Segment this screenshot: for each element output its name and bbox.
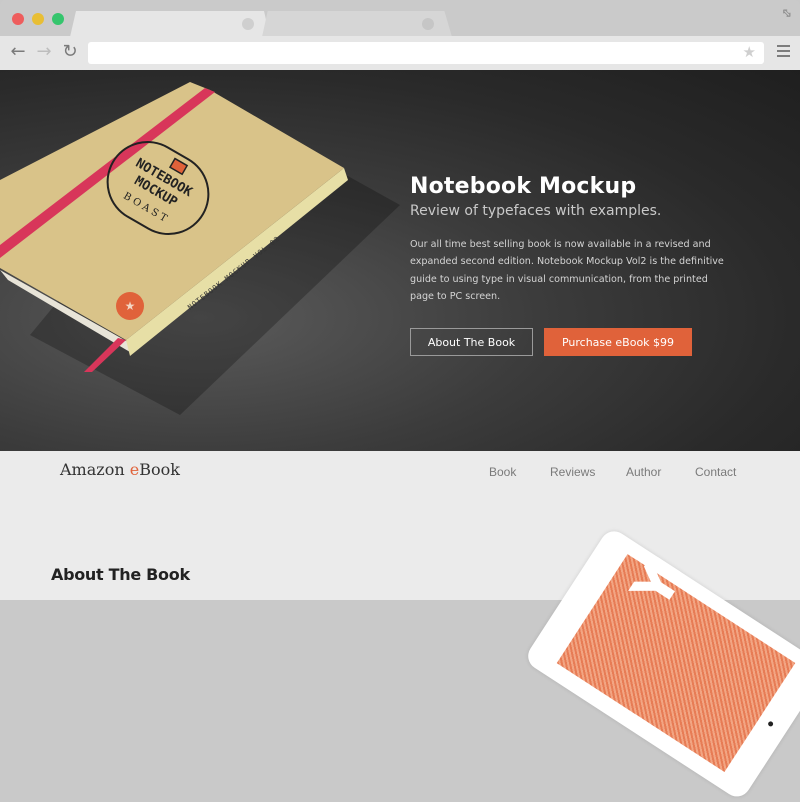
nav-link-contact[interactable]: Contact (695, 465, 736, 479)
hero-description: Our all time best selling book is now av… (410, 239, 724, 302)
tablet-screen: YO (556, 526, 796, 773)
expand-icon[interactable]: ⇔ (777, 4, 795, 22)
brand-accent: e (129, 460, 140, 479)
maximize-window-button[interactable] (52, 13, 64, 25)
about-the-book-button[interactable]: About The Book (410, 328, 533, 356)
close-window-button[interactable] (12, 13, 24, 25)
brand-prefix: Amazon (60, 460, 130, 479)
purchase-ebook-button[interactable]: Purchase eBook $99 (544, 328, 692, 356)
minimize-window-button[interactable] (32, 13, 44, 25)
browser-window-chrome: ⇔ ← → ↻ ★ (0, 0, 800, 70)
address-bar[interactable]: ★ (88, 42, 764, 64)
arrow-left-icon[interactable]: ← (8, 41, 28, 63)
arrow-right-icon[interactable]: → (34, 41, 54, 63)
star-badge-icon: ★ (116, 292, 144, 320)
browser-tab-active[interactable] (70, 11, 270, 37)
tablet-mockup-image: YO (522, 526, 800, 802)
hero-section: NOTEBOOK MOCKUP BOAST ★ NOTEBOOK MOCKUP … (0, 70, 800, 451)
hamburger-menu-icon[interactable] (777, 45, 790, 57)
svg-text:★: ★ (125, 299, 136, 313)
browser-toolbar: ← → ↻ ★ (0, 36, 800, 70)
site-navbar: Amazon eBook Book Reviews Author Contact… (0, 451, 800, 802)
about-section-title: About The Book (51, 565, 190, 584)
tab-close-icon[interactable] (422, 18, 434, 30)
nav-link-author[interactable]: Author (626, 465, 661, 479)
tablet-screen-text: YO (619, 526, 718, 619)
tab-close-icon[interactable] (242, 18, 254, 30)
nav-link-book[interactable]: Book (489, 465, 516, 479)
reload-icon[interactable]: ↻ (60, 41, 80, 63)
hero-title: Notebook Mockup (410, 174, 637, 199)
brand-suffix: Book (139, 460, 180, 479)
star-icon[interactable]: ★ (743, 43, 756, 61)
brand-logo[interactable]: Amazon eBook (60, 460, 180, 479)
nav-link-reviews[interactable]: Reviews (550, 465, 595, 479)
tablet-camera-icon (767, 720, 775, 728)
hero-text-block: Notebook Mockup Review of typefaces with… (410, 174, 740, 305)
notebook-mockup-image: NOTEBOOK MOCKUP BOAST ★ NOTEBOOK MOCKUP … (0, 82, 400, 415)
browser-tab-inactive[interactable] (262, 11, 452, 37)
hero-subtitle: Review of typefaces with examples. (410, 203, 662, 219)
